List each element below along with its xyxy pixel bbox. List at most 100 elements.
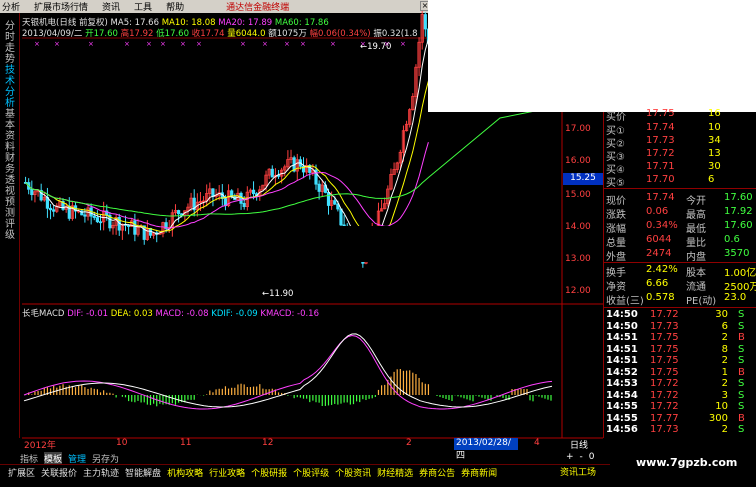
quote-row-buy[interactable]: 买③ 17.72 13 bbox=[606, 148, 756, 163]
candle-body bbox=[330, 200, 334, 206]
stat-value: 0.34% bbox=[646, 220, 678, 231]
tick-direction: B bbox=[738, 366, 745, 378]
menu-extended-market[interactable]: 扩展市场行情 bbox=[34, 0, 88, 13]
open-value: 开17.60 bbox=[85, 29, 118, 39]
bottom-bar: 扩展区 关联报价 主力轨迹 智能解盘 机构攻略 行业攻略 个股研报 个股评级 个股资讯 财经精选券… bbox=[0, 464, 610, 479]
candle-body bbox=[323, 184, 327, 193]
candle-body bbox=[289, 157, 293, 160]
menu-help[interactable]: 帮助 bbox=[166, 0, 184, 13]
candle-body bbox=[220, 192, 224, 199]
stat-value: 0.06 bbox=[646, 206, 669, 217]
bottom-tab[interactable]: 扩展区 bbox=[8, 466, 35, 479]
candle-body bbox=[139, 225, 143, 228]
tick-time: 14:51 bbox=[606, 332, 638, 343]
tick-price: 17.72 bbox=[650, 309, 679, 320]
stat-row: 涨跌 0.06 最高 17.92 bbox=[606, 206, 756, 221]
candle-body bbox=[64, 205, 68, 210]
tick-direction: S bbox=[738, 401, 745, 412]
menu-analysis[interactable]: 分析 bbox=[2, 0, 20, 13]
signal-mark: × bbox=[124, 40, 130, 48]
ma-line-5 bbox=[25, 39, 429, 253]
candle-body bbox=[248, 189, 253, 193]
xaxis-month: 11 bbox=[180, 438, 192, 448]
candle-body bbox=[320, 184, 324, 192]
signal-mark: × bbox=[284, 40, 290, 48]
candle-body bbox=[423, 14, 427, 30]
bottom-tab[interactable]: 机构攻略 bbox=[167, 466, 203, 479]
white-overlay bbox=[428, 0, 756, 112]
candle-body bbox=[276, 174, 281, 177]
plus-icon[interactable]: + bbox=[566, 452, 574, 462]
candle-body bbox=[73, 205, 78, 212]
candle-body bbox=[55, 205, 59, 212]
minus-icon[interactable]: - bbox=[580, 452, 583, 462]
candle-body bbox=[23, 181, 28, 184]
bottom-tab[interactable]: 智能解盘 bbox=[125, 466, 161, 479]
promo-text[interactable]: 通达信金融终端 bbox=[226, 0, 289, 13]
tab-intraday[interactable]: 分时走势 bbox=[4, 21, 16, 65]
bottom-tab[interactable]: 财经精选 bbox=[377, 466, 413, 479]
quote-row-buy[interactable]: 买④ 17.71 30 bbox=[606, 161, 756, 176]
quote-row-buy[interactable]: 买⑤ 17.70 6 bbox=[606, 174, 756, 189]
bottom-tab[interactable]: 个股资讯 bbox=[335, 466, 371, 479]
yaxis-label: 14.00 bbox=[565, 222, 591, 232]
low-annotation: ←11.90 bbox=[262, 289, 294, 299]
candle-body bbox=[214, 194, 218, 197]
tab-basic-info[interactable]: 基本资料 bbox=[4, 109, 16, 153]
bottom-tab[interactable]: 行业攻略 bbox=[209, 466, 245, 479]
yaxis-label: 17.00 bbox=[565, 124, 591, 134]
tab-financial[interactable]: 财务透视 bbox=[4, 153, 16, 197]
quote-price: 17.72 bbox=[646, 148, 675, 159]
tick-volume: 3 bbox=[721, 389, 728, 401]
candle-body bbox=[117, 217, 121, 231]
bar-date: 2013/04/09/二 bbox=[22, 29, 83, 39]
tick-time: 14:51 bbox=[606, 355, 638, 366]
stat-row: 涨幅 0.34% 最低 17.60 bbox=[606, 220, 756, 235]
tab-technical[interactable]: 技术分析 bbox=[4, 65, 16, 109]
tab-forecast[interactable]: 预测评级 bbox=[4, 197, 16, 241]
candle-body bbox=[230, 190, 234, 198]
tick-direction: B bbox=[738, 412, 745, 424]
candle-body bbox=[70, 205, 75, 219]
tick-price: 17.72 bbox=[650, 401, 679, 412]
reset-icon[interactable]: 0 bbox=[589, 452, 595, 462]
stat-label: 现价 bbox=[606, 196, 626, 207]
quote-volume: 6 bbox=[708, 174, 715, 185]
bottom-tab[interactable]: 主力轨迹 bbox=[83, 466, 119, 479]
candle-body bbox=[226, 190, 231, 207]
quote-volume: 16 bbox=[708, 108, 721, 119]
menu-tools[interactable]: 工具 bbox=[134, 0, 152, 13]
quote-row-buy[interactable]: 买① 17.74 10 bbox=[606, 122, 756, 137]
period-label[interactable]: 日线 bbox=[570, 438, 588, 451]
candle-body bbox=[80, 210, 84, 216]
cursor-date: 2013/02/28/四 bbox=[454, 438, 518, 461]
high-value: 高17.92 bbox=[120, 29, 154, 39]
candle-body bbox=[136, 226, 140, 235]
candle-body bbox=[170, 212, 174, 228]
candle-body bbox=[77, 210, 81, 213]
news-workshop[interactable]: 资讯工场 bbox=[560, 465, 596, 478]
bottom-tab[interactable]: 关联报价 bbox=[41, 466, 77, 479]
stat-value: 2500万 bbox=[724, 282, 756, 293]
xaxis-year: 2012年 bbox=[24, 441, 56, 451]
candle-body bbox=[308, 164, 312, 173]
yaxis-label: 16.00 bbox=[565, 156, 591, 166]
candle-body bbox=[123, 223, 128, 226]
signal-mark: × bbox=[400, 40, 406, 48]
bottom-tab[interactable]: 券商公告 bbox=[419, 466, 455, 479]
signal-mark: × bbox=[146, 40, 152, 48]
bottom-tab[interactable]: 个股评级 bbox=[293, 466, 329, 479]
candle-body bbox=[404, 123, 409, 132]
menu-news[interactable]: 资讯 bbox=[102, 0, 120, 13]
quote-price: 17.70 bbox=[646, 174, 675, 185]
candle-body bbox=[133, 220, 137, 235]
macd-header: 长毛MACD DIF: -0.01 DEA: 0.03 MACD: -0.08 … bbox=[22, 307, 319, 319]
candle-body bbox=[33, 191, 37, 196]
side-tabs: 分时走势 技术分析 基本资料 财务透视 预测评级 bbox=[0, 13, 20, 438]
bottom-tab[interactable]: 个股研报 bbox=[251, 466, 287, 479]
xaxis-month: 12 bbox=[262, 438, 274, 448]
quote-row-buy[interactable]: 买② 17.73 34 bbox=[606, 135, 756, 150]
bottom-tab[interactable]: 券商新闻 bbox=[461, 466, 497, 479]
macd-title[interactable]: 长毛MACD bbox=[22, 309, 64, 319]
tick-time: 14:52 bbox=[606, 366, 638, 378]
